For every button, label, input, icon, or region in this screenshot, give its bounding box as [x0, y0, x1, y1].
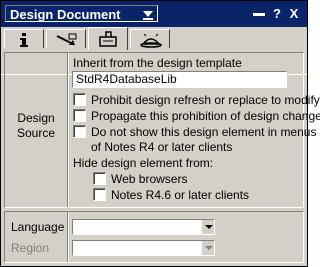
region-dropdown[interactable] [72, 240, 215, 256]
hat-icon [140, 33, 162, 48]
design-tab-icon [99, 31, 117, 47]
propagate-icon [56, 33, 77, 45]
tab-design[interactable] [88, 27, 128, 50]
design-source-label-column: Design Source [5, 53, 69, 207]
language-panel: Language Region [4, 211, 304, 263]
info-icon [20, 33, 28, 47]
propagate-prohibition-checkbox[interactable] [73, 109, 86, 122]
tab-hide-when[interactable] [130, 29, 170, 48]
help-button[interactable]: ? [269, 6, 285, 22]
hide-notes-clients-label: Notes R4.6 or later clients [111, 188, 250, 202]
hide-in-menus-label: Do not show this design element in menus [91, 125, 317, 139]
hide-web-browsers-checkbox[interactable] [93, 172, 106, 185]
title-bar: Design Document ? X [1, 1, 307, 27]
inherit-template-label: Inherit from the design template [73, 56, 242, 70]
minimize-button[interactable] [251, 6, 267, 22]
hide-element-from-label: Hide design element from: [73, 156, 214, 170]
prohibit-refresh-checkbox[interactable] [73, 93, 86, 106]
hide-in-menus-label-continued: of Notes R4 or later clients [91, 140, 233, 154]
language-dropdown[interactable] [72, 219, 215, 235]
tab-info[interactable] [4, 29, 44, 48]
hide-notes-clients-checkbox[interactable] [93, 188, 106, 201]
design-source-panel: Design Source Inherit from the design te… [4, 52, 320, 208]
tab-propagate[interactable] [46, 29, 86, 48]
close-button[interactable]: X [286, 6, 302, 22]
prohibit-refresh-label: Prohibit design refresh or replace to mo… [91, 93, 320, 107]
section-label-design: Design [17, 111, 55, 125]
inherit-template-value: StdR4DatabaseLib [76, 72, 177, 86]
minimize-icon [253, 13, 265, 16]
propagate-prohibition-label: Propagate this prohibition of design cha… [91, 109, 320, 123]
language-label: Language [11, 220, 65, 234]
hide-web-browsers-label: Web browsers [111, 172, 188, 186]
tab-strip [1, 27, 307, 75]
properties-window: Design Document ? X Design Source Inheri… [0, 0, 320, 267]
region-label: Region [11, 241, 50, 255]
properties-type-dropdown[interactable]: Design Document [5, 5, 158, 22]
region-dropdown-arrow-icon[interactable] [201, 241, 214, 255]
hide-in-menus-checkbox[interactable] [73, 125, 86, 138]
inherit-template-input[interactable]: StdR4DatabaseLib [72, 71, 287, 88]
chevron-down-icon [143, 11, 153, 20]
section-label-source: Source [16, 126, 56, 140]
window-title: Design Document [10, 7, 121, 22]
language-dropdown-arrow-icon[interactable] [201, 220, 214, 234]
